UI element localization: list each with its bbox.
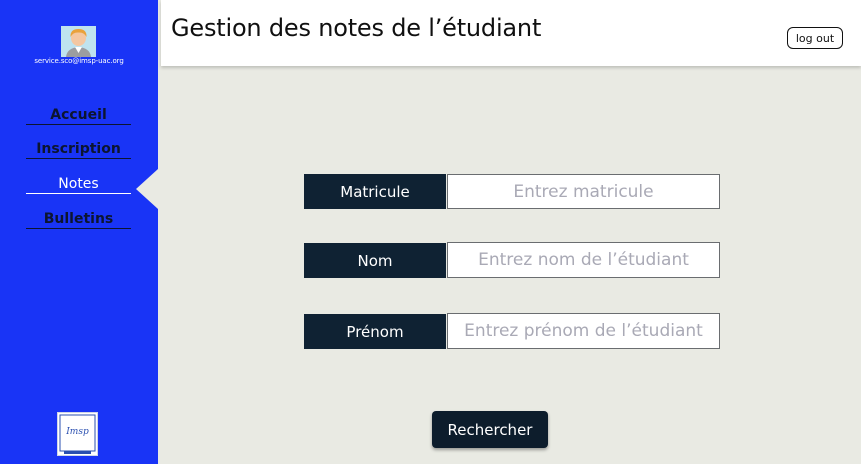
sidebar-item-bulletins[interactable]: Bulletins: [26, 210, 131, 229]
prenom-input[interactable]: [447, 313, 720, 349]
logout-button[interactable]: log out: [787, 27, 843, 49]
header: Gestion des notes de l’étudiant log out: [161, 0, 861, 66]
avatar: [61, 26, 96, 57]
sidebar: service.sco@imsp-uac.org Accueil Inscrip…: [0, 0, 158, 464]
search-button[interactable]: Rechercher: [432, 411, 548, 448]
institution-logo: Imsp: [57, 412, 98, 456]
nom-label: Nom: [304, 243, 446, 278]
active-nav-pointer: [136, 169, 158, 209]
page-title: Gestion des notes de l’étudiant: [171, 14, 542, 42]
user-email: service.sco@imsp-uac.org: [34, 57, 124, 65]
user-avatar-icon: [61, 26, 96, 57]
matricule-input[interactable]: [447, 174, 720, 209]
imsp-logo-icon: Imsp: [59, 414, 96, 454]
matricule-label: Matricule: [304, 174, 446, 209]
sidebar-item-accueil[interactable]: Accueil: [26, 106, 131, 125]
sidebar-item-inscription[interactable]: Inscription: [26, 140, 131, 159]
sidebar-item-notes[interactable]: Notes: [26, 175, 131, 194]
prenom-label: Prénom: [304, 314, 446, 349]
logo-text: Imsp: [65, 427, 89, 437]
nom-input[interactable]: [447, 242, 720, 278]
